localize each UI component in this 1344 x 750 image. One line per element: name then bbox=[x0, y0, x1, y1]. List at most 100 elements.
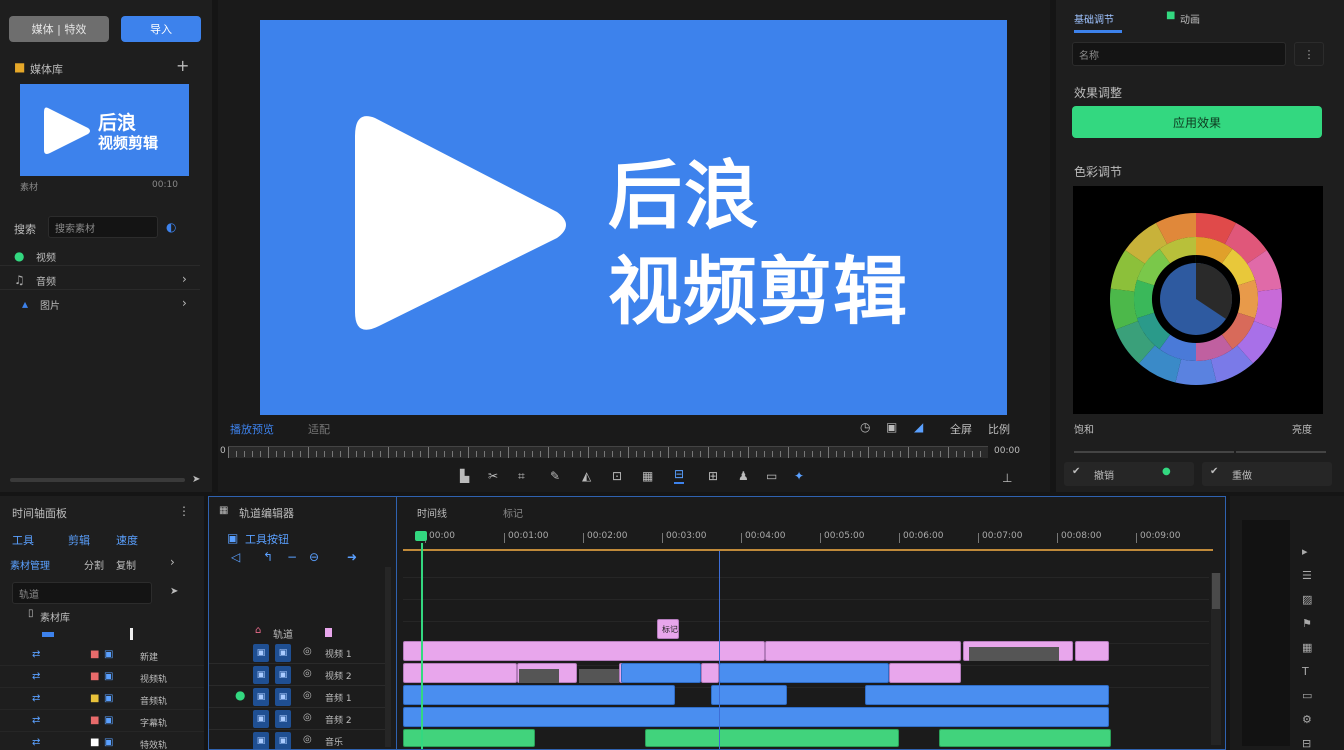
track-mute-button[interactable]: ▣ bbox=[275, 710, 291, 728]
track-mute-button[interactable]: ▣ bbox=[275, 732, 291, 749]
timeline-clip[interactable] bbox=[701, 663, 719, 683]
split-icon[interactable]: ⊥ bbox=[1002, 472, 1012, 484]
send-icon[interactable]: ➤ bbox=[192, 475, 200, 485]
sparkle-icon[interactable]: ✦ bbox=[794, 470, 804, 482]
timeline-clip[interactable] bbox=[865, 685, 1109, 705]
playhead[interactable] bbox=[421, 543, 423, 749]
track-lock-button[interactable]: ▣ bbox=[253, 710, 269, 728]
tab-tools[interactable]: 工具 bbox=[12, 532, 34, 548]
zoom-icon[interactable]: ⊖ bbox=[309, 551, 319, 563]
ratio-label[interactable]: 比例 bbox=[988, 421, 1010, 437]
more-icon[interactable]: ⋮ bbox=[178, 505, 190, 517]
fullscreen-label[interactable]: 全屏 bbox=[950, 421, 972, 437]
import-button[interactable]: 导入 bbox=[121, 16, 201, 42]
window-icon[interactable]: ▭ bbox=[766, 470, 777, 482]
square-icon[interactable]: ▭ bbox=[1302, 690, 1312, 701]
slider-bar[interactable] bbox=[42, 632, 54, 637]
marker-clip[interactable]: 标记 bbox=[657, 619, 679, 639]
adjust-icon[interactable]: ⊞ bbox=[708, 470, 718, 482]
track-lock-button[interactable]: ▣ bbox=[253, 732, 269, 749]
preview-scrubber[interactable] bbox=[228, 446, 988, 458]
track-header[interactable]: ▣ ▣ ◎ 视频 1 bbox=[209, 643, 385, 664]
play-square-icon[interactable]: ▣ bbox=[227, 532, 238, 544]
track-mute-button[interactable]: ▣ bbox=[275, 666, 291, 684]
preview-fit-label[interactable]: 适配 bbox=[308, 421, 330, 437]
name-input[interactable]: 名称 bbox=[1072, 42, 1286, 66]
arrow-right-icon[interactable]: ➜ bbox=[347, 551, 357, 563]
marker-icon[interactable]: ▙ bbox=[460, 470, 469, 482]
undo-button[interactable]: ✔ 撤销 ● bbox=[1064, 462, 1194, 486]
back-icon[interactable]: ↰ bbox=[263, 551, 273, 563]
color-wheel-area[interactable] bbox=[1073, 186, 1323, 414]
arrow-left-icon[interactable]: ◁ bbox=[231, 551, 240, 563]
send-icon[interactable]: ➤ bbox=[170, 587, 178, 597]
timeline-clip[interactable] bbox=[403, 685, 675, 705]
row2-copy[interactable]: 复制 bbox=[116, 557, 136, 572]
brightness-slider[interactable] bbox=[1236, 451, 1326, 453]
redo-button[interactable]: ✔ 重做 bbox=[1202, 462, 1332, 486]
row2-split[interactable]: 分割 bbox=[84, 557, 104, 572]
timeline-clip[interactable] bbox=[403, 641, 765, 661]
chart-icon[interactable]: ▨ bbox=[1302, 594, 1312, 605]
pen-icon[interactable]: ✎ bbox=[550, 470, 560, 482]
preview-play-icon[interactable]: ◢ bbox=[914, 421, 923, 433]
inspector-header[interactable]: 基础调节 bbox=[1074, 11, 1114, 26]
person-icon[interactable]: ♟ bbox=[738, 470, 749, 482]
add-icon[interactable]: + bbox=[176, 58, 189, 74]
track-header[interactable]: ▣ ▣ ◎ 视频 2 bbox=[209, 665, 385, 686]
tool-row[interactable]: ⇄ ■ ▣ 音频轨 bbox=[0, 690, 204, 710]
list-item-video[interactable]: ● 视频 bbox=[0, 244, 200, 266]
green-lock-icon[interactable]: ● bbox=[235, 689, 245, 701]
track-lock-button[interactable]: ▣ bbox=[253, 644, 269, 662]
list-item-image[interactable]: ▴ 图片 › bbox=[0, 292, 200, 314]
time-ruler[interactable]: 00:00 00:01:00 00:02:00 00:03:00 00:04:00 00:… bbox=[403, 527, 1213, 551]
timeline-clip[interactable] bbox=[711, 685, 787, 705]
timeline-clip[interactable] bbox=[621, 663, 701, 683]
clock-icon[interactable]: ◷ bbox=[860, 421, 870, 433]
media-tab-group[interactable]: 媒体 | 特效 bbox=[9, 16, 109, 42]
search-input[interactable]: 搜索素材 bbox=[48, 216, 158, 238]
monitor-icon[interactable]: ⊟ bbox=[674, 468, 685, 484]
track-lock-button[interactable]: ▣ bbox=[253, 666, 269, 684]
grid-icon[interactable]: ▦ bbox=[1302, 642, 1312, 653]
track-mute-button[interactable]: ▣ bbox=[275, 644, 291, 662]
timeline-clip[interactable] bbox=[939, 729, 1111, 747]
preview-canvas[interactable]: 后浪 视频剪辑 bbox=[260, 20, 1007, 415]
shape-icon[interactable]: ◭ bbox=[582, 470, 591, 482]
track-search[interactable]: 轨道 bbox=[12, 582, 152, 604]
tool-row[interactable]: ⇄ ■ ▣ 特效轨 bbox=[0, 734, 204, 750]
timeline-clip[interactable] bbox=[889, 663, 961, 683]
timeline-clip[interactable] bbox=[645, 729, 899, 747]
camera-icon[interactable]: ▣ bbox=[886, 421, 897, 433]
tool-row[interactable]: ⇄ ■ ▣ 字幕轨 bbox=[0, 712, 204, 732]
timeline-clip[interactable] bbox=[765, 641, 961, 661]
text-icon[interactable]: T bbox=[1302, 666, 1309, 677]
color-wheel[interactable] bbox=[1108, 211, 1284, 387]
crop-icon[interactable]: ⌗ bbox=[518, 470, 525, 482]
track-header[interactable]: ▣ ▣ ◎ 音频 2 bbox=[209, 709, 385, 730]
box-icon[interactable]: ⊟ bbox=[1302, 738, 1311, 749]
saturation-slider[interactable] bbox=[1074, 451, 1234, 453]
start-marker[interactable] bbox=[415, 531, 427, 541]
gear-icon[interactable]: ⚙ bbox=[1302, 714, 1312, 725]
vertical-scrollbar[interactable] bbox=[1211, 573, 1221, 745]
track-lock-button[interactable]: ▣ bbox=[253, 688, 269, 706]
track-header[interactable]: ▣ ▣ ◎ 音乐 bbox=[209, 731, 385, 749]
tab-speed[interactable]: 速度 bbox=[116, 532, 138, 548]
cut-icon[interactable]: ✂ bbox=[488, 470, 498, 482]
play-icon[interactable]: ▸ bbox=[1302, 546, 1308, 557]
tool-row[interactable]: ⇄ ■ ▣ 视频轨 bbox=[0, 668, 204, 688]
tool-row[interactable]: ⇄ ■ ▣ 新建 bbox=[0, 646, 204, 666]
row2-media[interactable]: 素材管理 bbox=[10, 557, 50, 572]
track-header-scrollbar[interactable] bbox=[385, 567, 391, 747]
timeline-clip[interactable] bbox=[1075, 641, 1109, 661]
chevron-right-icon[interactable]: › bbox=[170, 556, 175, 568]
list-icon[interactable]: ☰ bbox=[1302, 570, 1312, 581]
scroll-thumb[interactable] bbox=[1212, 573, 1220, 609]
more-button[interactable]: ⋮ bbox=[1294, 42, 1324, 66]
grid-icon[interactable]: ▦ bbox=[642, 470, 653, 482]
media-thumbnail[interactable]: 后浪 视频剪辑 bbox=[20, 84, 189, 176]
timeline-clip[interactable] bbox=[719, 663, 889, 683]
timeline-tab1[interactable]: 时间线 bbox=[417, 505, 447, 520]
tab-edit[interactable]: 剪辑 bbox=[68, 532, 90, 548]
